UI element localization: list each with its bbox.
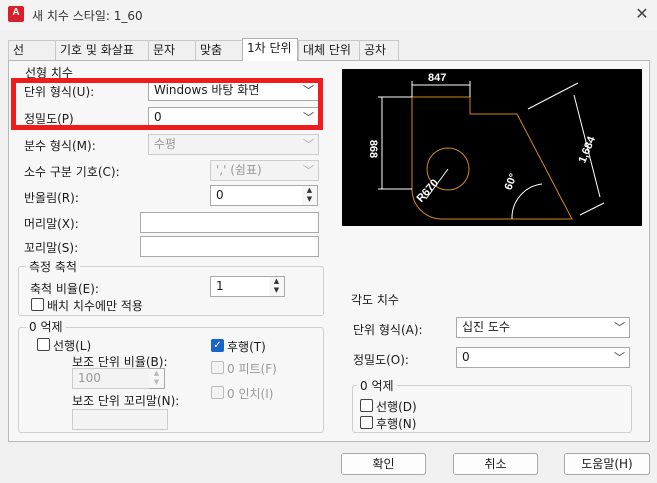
leading-checkbox[interactable] (37, 338, 50, 351)
tab-strip: 선 기호 및 화살표 문자 맞춤 1차 단위 대체 단위 공차 (8, 38, 408, 61)
leading-label: 선행(L) (53, 339, 92, 353)
preview-dim-angle: 60° (503, 172, 520, 192)
round-off-spinner[interactable]: ▲ ▼ (302, 185, 318, 206)
cancel-button[interactable]: 취소 (453, 453, 538, 475)
angular-unit-format-select[interactable]: 십진 도수 ﹀ (456, 317, 630, 338)
decimal-separator-label: 소수 구분 기호(C): (24, 165, 120, 179)
sub-unit-suffix-input[interactable] (72, 409, 168, 430)
spin-up-icon[interactable]: ▲ (269, 277, 284, 286)
autocad-app-icon: A (8, 6, 24, 22)
preview-shape (411, 96, 573, 220)
tab-lines[interactable]: 선 (8, 40, 56, 60)
tab-text[interactable]: 문자 (148, 40, 196, 60)
tab-fit[interactable]: 맞춤 (195, 40, 243, 60)
zero-suppression-label: 0 억제 (26, 318, 66, 335)
trailing-checkbox[interactable]: ✓ (211, 339, 224, 352)
spin-up-icon[interactable]: ▲ (302, 186, 317, 195)
decimal-separator-select[interactable]: ',' (쉼표) ﹀ (210, 160, 319, 181)
suffix-input[interactable] (140, 236, 319, 257)
layout-only-label: 배치 치수에만 적용 (47, 299, 143, 313)
chevron-down-icon: ﹀ (303, 164, 314, 177)
angular-precision-select[interactable]: 0 ﹀ (456, 347, 630, 368)
preview-dim-radius: R670 (415, 177, 442, 205)
sub-unit-factor-spinner[interactable]: ▲ ▼ (149, 368, 165, 389)
tab-symbols-arrows[interactable]: 기호 및 화살표 (55, 40, 149, 60)
angular-precision-label: 정밀도(O): (353, 353, 409, 367)
angular-trailing-checkbox[interactable] (360, 416, 373, 429)
round-off-input[interactable]: 0 (210, 185, 303, 206)
prefix-label: 머리말(X): (24, 217, 79, 231)
dimension-preview-drawing: 847 868 1,684 R670 60° (367, 72, 605, 220)
tab-tolerances[interactable]: 공차 (359, 40, 399, 60)
decimal-separator-value: ',' (쉼표) (216, 163, 262, 177)
zero-feet-label: 0 피트(F) (227, 362, 277, 376)
prefix-input[interactable] (140, 212, 319, 233)
spin-down-icon[interactable]: ▼ (302, 195, 317, 204)
angular-zero-suppression-label: 0 억제 (357, 377, 397, 394)
close-icon[interactable]: ✕ (632, 4, 652, 24)
angular-precision-value: 0 (462, 350, 470, 364)
angular-leading-checkbox[interactable] (360, 399, 373, 412)
measurement-scale-label: 측정 축척 (26, 258, 80, 275)
help-button[interactable]: 도움말(H) (564, 453, 650, 475)
scale-factor-spinner[interactable]: ▲ ▼ (269, 276, 285, 297)
window-title: 새 치수 스타일: 1_60 (32, 9, 143, 23)
suffix-label: 꼬리말(S): (24, 241, 79, 255)
round-off-label: 반올림(R): (24, 191, 79, 205)
scale-factor-input[interactable]: 1 (210, 276, 270, 297)
sub-unit-suffix-label: 보조 단위 꼬리말(N): (72, 394, 180, 408)
sub-unit-factor-input[interactable]: 100 (72, 368, 150, 389)
angular-unit-format-label: 단위 형식(A): (353, 323, 423, 337)
chevron-down-icon: ﹀ (614, 351, 625, 364)
zero-feet-checkbox[interactable] (211, 361, 224, 374)
angular-leading-label: 선행(D) (376, 400, 417, 414)
angular-trailing-label: 후행(N) (376, 417, 417, 431)
tab-alternate-units[interactable]: 대체 단위 (298, 40, 360, 60)
tab-primary-units[interactable]: 1차 단위 (242, 38, 298, 61)
chevron-down-icon: ﹀ (614, 321, 625, 334)
preview-dim-left: 868 (367, 140, 379, 158)
fraction-format-label: 분수 형식(M): (24, 139, 96, 153)
zero-inches-label: 0 인치(I) (227, 387, 274, 401)
fraction-format-value: 수평 (154, 137, 177, 151)
angular-unit-format-value: 십진 도수 (462, 320, 510, 334)
chevron-down-icon: ﹀ (303, 138, 314, 151)
spin-down-icon[interactable]: ▼ (149, 378, 164, 387)
fraction-format-select[interactable]: 수평 ﹀ (148, 134, 319, 155)
layout-only-checkbox[interactable] (31, 298, 44, 311)
trailing-label: 후행(T) (227, 340, 266, 354)
red-highlight-box (11, 78, 323, 130)
angular-dimensions-label: 각도 치수 (348, 291, 402, 308)
spin-down-icon[interactable]: ▼ (269, 286, 284, 295)
zero-inches-checkbox[interactable] (211, 386, 224, 399)
preview-dim-diag: 1,684 (576, 134, 598, 165)
preview-canvas: 847 868 1,684 R670 60° (342, 69, 642, 226)
preview-dim-top: 847 (428, 72, 446, 84)
spin-up-icon[interactable]: ▲ (149, 369, 164, 378)
scale-factor-label: 축척 비율(E): (30, 282, 99, 296)
ok-button[interactable]: 확인 (341, 453, 426, 475)
